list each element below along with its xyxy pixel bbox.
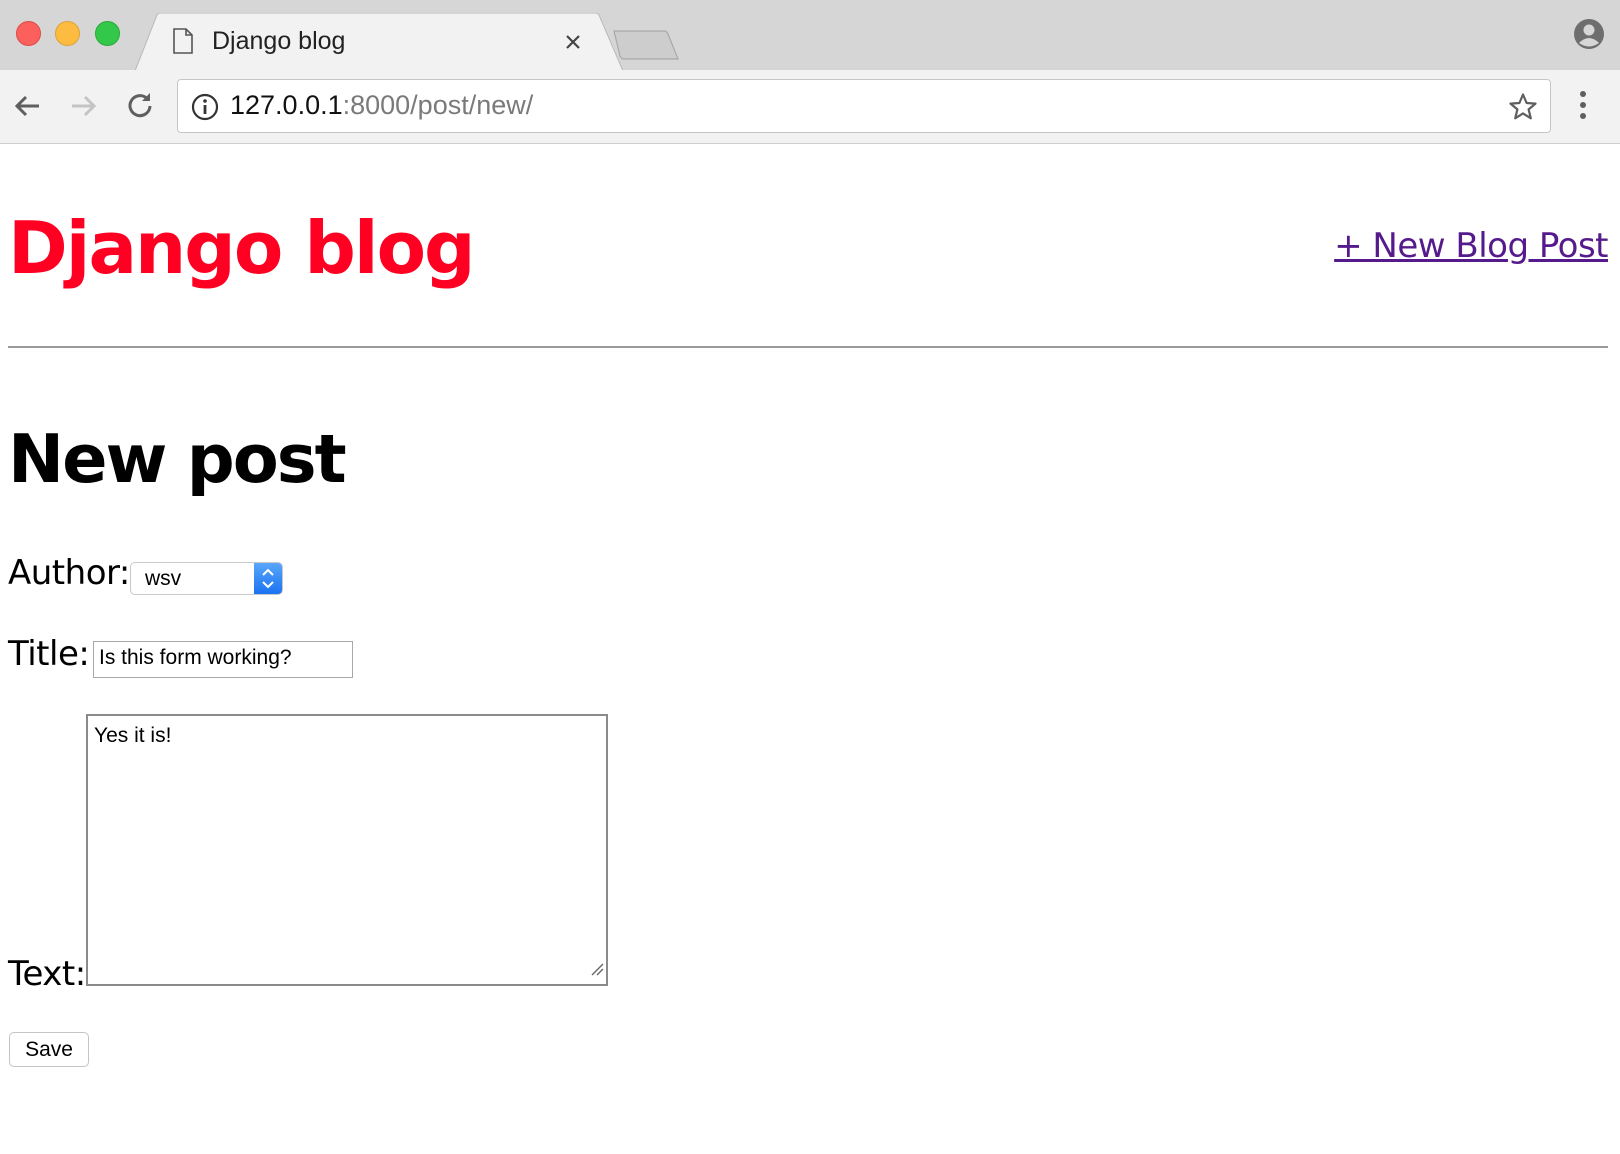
author-selected-value: wsv: [145, 567, 182, 590]
vertical-dots-menu-icon[interactable]: [1577, 88, 1589, 127]
resize-handle-icon[interactable]: [590, 958, 604, 982]
url-text[interactable]: 127.0.0.1:8000/post/new/: [230, 90, 533, 121]
header-divider: [8, 346, 1608, 348]
back-arrow-icon[interactable]: [10, 89, 44, 123]
select-arrows-icon[interactable]: [254, 563, 282, 594]
info-icon[interactable]: [191, 93, 219, 126]
new-tab-button[interactable]: [612, 29, 682, 66]
author-select[interactable]: wsv: [130, 562, 283, 595]
tab-django-blog[interactable]: Django blog: [135, 13, 623, 71]
url-path: :8000/post/new/: [342, 90, 534, 120]
author-label: Author:: [8, 553, 130, 593]
window-close-button[interactable]: [16, 21, 41, 46]
title-label: Title:: [8, 634, 90, 674]
page-icon: [173, 28, 193, 59]
tab-strip: Django blog: [0, 0, 1620, 71]
browser-toolbar: 127.0.0.1:8000/post/new/: [0, 70, 1620, 144]
text-label: Text:: [8, 954, 86, 994]
window-minimize-button[interactable]: [55, 21, 80, 46]
window-maximize-button[interactable]: [95, 21, 120, 46]
forward-arrow-icon[interactable]: [67, 89, 101, 123]
reload-icon[interactable]: [123, 89, 157, 123]
bookmark-star-icon[interactable]: [1508, 92, 1538, 127]
page-title: New post: [8, 420, 347, 498]
title-input[interactable]: Is this form working?: [93, 641, 353, 678]
save-button[interactable]: Save: [9, 1032, 89, 1067]
tab-close-icon[interactable]: [562, 31, 584, 53]
text-textarea[interactable]: Yes it is!: [86, 714, 608, 986]
url-host: 127.0.0.1: [230, 90, 343, 120]
textarea-value: Yes it is!: [94, 724, 172, 747]
profile-icon[interactable]: [1573, 18, 1605, 50]
site-title[interactable]: Django blog: [8, 206, 476, 290]
new-blog-post-link[interactable]: + New Blog Post: [1334, 226, 1608, 266]
tab-title: Django blog: [212, 27, 346, 55]
address-bar[interactable]: 127.0.0.1:8000/post/new/: [177, 79, 1551, 133]
